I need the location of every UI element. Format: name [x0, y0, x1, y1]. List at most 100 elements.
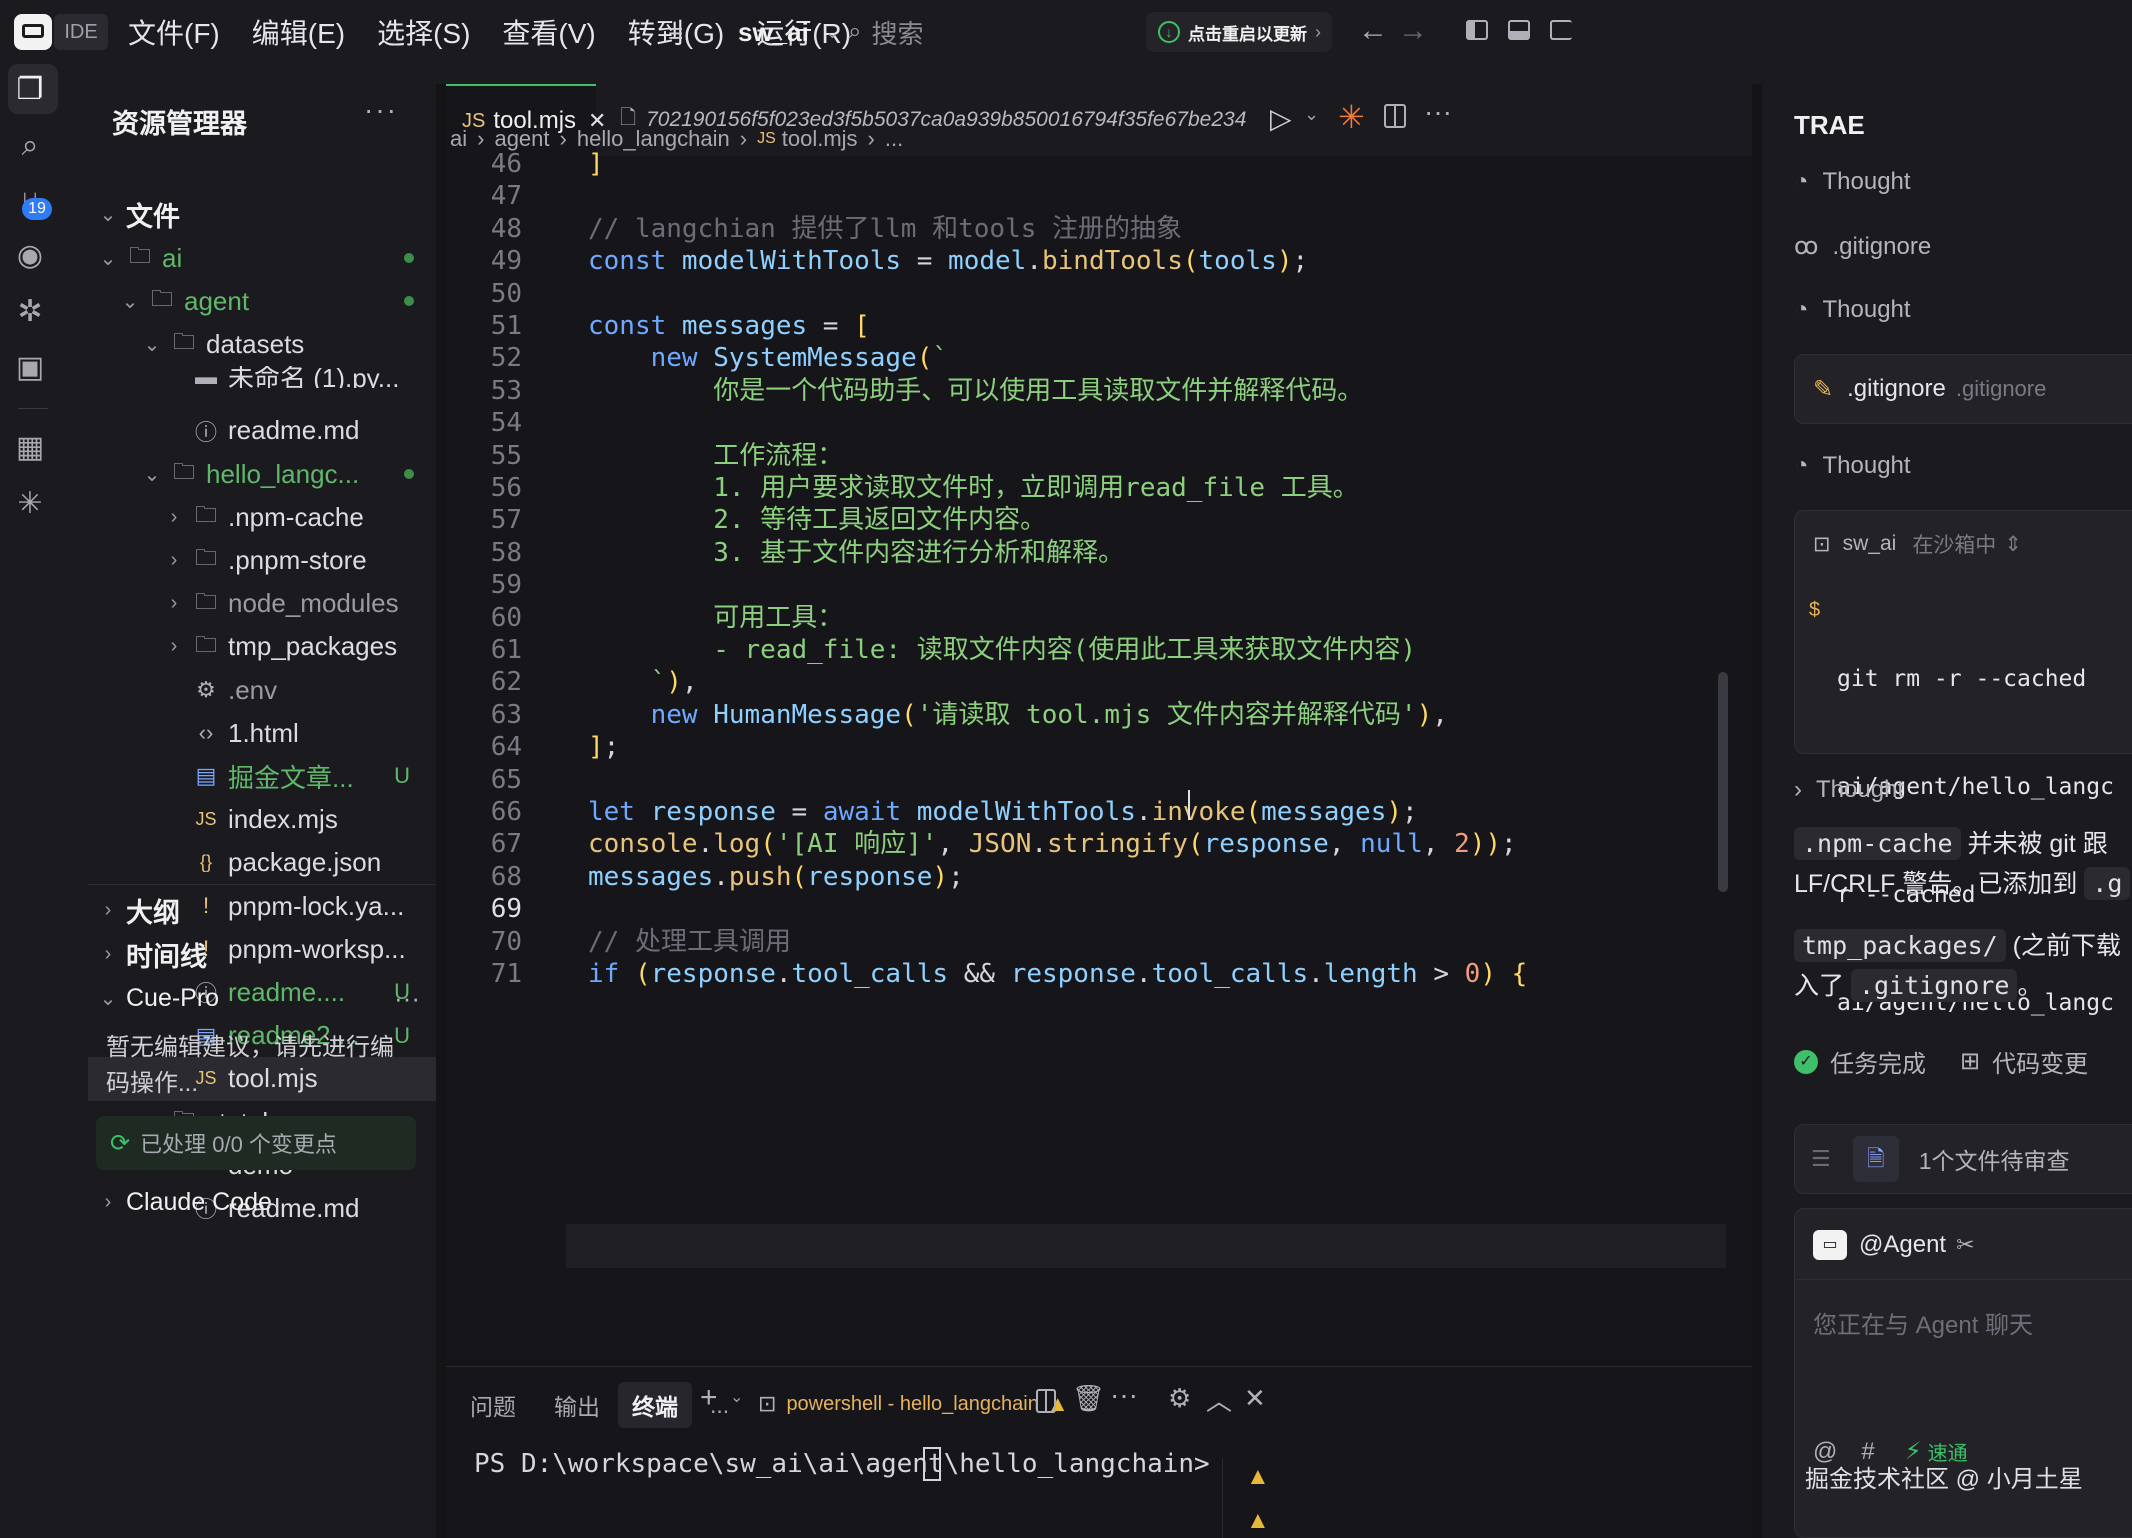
tree-folder[interactable]: ⌄ 🗀 ai — [88, 236, 436, 280]
tree-folder[interactable]: ⌄ 🗀 hello_langc... — [88, 452, 436, 496]
tree-file[interactable]: {} package.json — [88, 841, 436, 885]
files-section-header[interactable]: ⌄ 文件 — [88, 192, 436, 236]
tree-file[interactable]: ▤ 掘金文章... U — [88, 754, 436, 798]
app-logo-icon — [14, 14, 52, 50]
run-icon[interactable]: ▷ — [1270, 102, 1292, 135]
tab-output[interactable]: 输出 — [554, 1388, 600, 1422]
ai-spark-icon[interactable]: ✳ — [1338, 98, 1365, 136]
code-editor[interactable]: ai › agent › hello_langchain › JS tool.m… — [446, 126, 1752, 1360]
editor-scrollbar-thumb[interactable] — [1718, 672, 1728, 892]
sandbox-status[interactable]: 在沙箱中 — [1912, 529, 1996, 559]
chevron-down-icon: ⌄ — [99, 247, 117, 270]
code-token: tool_calls — [791, 959, 949, 989]
extensions-icon[interactable]: ▦ — [10, 428, 50, 468]
view-file-item[interactable]: ꝏ .gitignore — [1794, 232, 1931, 261]
chevron-right-icon: › — [170, 505, 178, 528]
remote-explorer-icon[interactable]: ▣ — [10, 348, 50, 388]
back-arrow-icon[interactable]: ← — [1358, 14, 1388, 48]
tree-file[interactable]: JS index.mjs — [88, 798, 436, 842]
menu-edit[interactable]: 编辑(E) — [252, 12, 345, 52]
folder-icon: 🗀 — [194, 588, 217, 614]
menu-view[interactable]: 查看(V) — [502, 12, 595, 52]
tree-file[interactable]: ⚙ .env — [88, 668, 436, 712]
toggle-sidebar-icon[interactable] — [1466, 20, 1488, 40]
timeline-section-header[interactable]: › 时间线 — [88, 932, 436, 976]
terminal-prompt[interactable]: PS D:\workspace\sw_ai\ai\agent\hello_lan… — [474, 1449, 1210, 1479]
tree-file[interactable]: ⓘ readme.md — [88, 409, 436, 453]
thought-item[interactable]: ◔ Thought — [1794, 452, 1911, 480]
more-menu-icon[interactable]: ≡ — [668, 18, 690, 48]
activity-bar: ❐ ⌕ ⑂ 19 ◉ ✲ ▣ ▦ ✳ — [0, 64, 88, 1538]
terminal-command-card: ⊡ sw_ai 在沙箱中 ⇕ $ git rm -r --cached ai/a… — [1794, 510, 2132, 1016]
explorer-more-icon[interactable]: ··· — [364, 94, 398, 126]
terminal-settings-icon[interactable]: ⚙ — [1168, 1383, 1191, 1414]
untracked-badge: U — [394, 763, 410, 789]
tree-folder[interactable]: › 🗀 node_modules — [88, 582, 436, 626]
cue-pro-section-header[interactable]: ⌄ Cue-Pro ··· — [88, 976, 436, 1020]
new-terminal-icon[interactable]: + — [700, 1381, 718, 1415]
tree-folder[interactable]: ⌄ 🗀 datasets — [88, 322, 436, 366]
split-terminal-icon[interactable] — [1036, 1389, 1056, 1413]
thought-item-collapsed[interactable]: › Thought — [1794, 776, 1904, 804]
maximize-panel-icon[interactable]: ︿ — [1206, 1381, 1232, 1418]
code-token: . — [1308, 959, 1324, 989]
agent-selector[interactable]: ▭ @Agent ✂ — [1813, 1221, 1975, 1269]
tree-file[interactable]: ▬ 未命名 (1).py... — [88, 366, 436, 388]
shell-label: powershell - hello_langchain — [786, 1392, 1039, 1415]
menu-select[interactable]: 选择(S) — [377, 12, 470, 52]
debug-icon[interactable]: ✲ — [10, 292, 50, 332]
tree-folder[interactable]: › 🗀 .npm-cache — [88, 495, 436, 539]
tab-terminal[interactable]: 终端 — [618, 1382, 692, 1428]
search-view-icon[interactable]: ⌕ — [10, 126, 50, 166]
terminal-more-icon[interactable]: ··· — [1110, 1379, 1138, 1411]
forward-arrow-icon[interactable]: → — [1398, 14, 1428, 48]
cue-pro-more-icon[interactable]: ··· — [394, 983, 420, 1014]
workspace-switcher[interactable]: sw_ai ⌄ — [738, 16, 840, 48]
terminal-shell-selector[interactable]: ⊡ powershell - hello_langchain ▲ — [758, 1387, 1069, 1421]
toggle-panel-icon[interactable] — [1508, 20, 1530, 40]
gear-icon: ⚙ — [196, 677, 216, 702]
review-bar: ☰ 🗎 1个文件待审查 — [1794, 1124, 2132, 1194]
tab-problems[interactable]: 问题 — [470, 1388, 516, 1422]
code-line: 71 if (response.tool_calls && response.to… — [446, 952, 1736, 996]
trash-icon[interactable]: 🗑 — [1072, 1383, 1105, 1414]
chat-input-box[interactable]: ▭ @Agent ✂ 您正在与 Agent 聊天 @ # ⚡ 速通 掘金技术社区… — [1794, 1208, 2132, 1538]
thought-item[interactable]: ◔ Thought — [1794, 168, 1911, 196]
code-changes-button[interactable]: 代码变更 — [1992, 1044, 2088, 1079]
editor-more-icon[interactable]: ··· — [1424, 96, 1452, 128]
explorer-icon[interactable]: ❐ — [10, 70, 50, 110]
tree-item-label: agent — [184, 285, 250, 316]
up-down-icon[interactable]: ⇕ — [2004, 532, 2022, 557]
files-section-title: 文件 — [126, 201, 180, 232]
chevron-down-icon[interactable]: ⌄ — [1304, 104, 1319, 125]
trae-ai-icon[interactable]: ✳ — [10, 484, 50, 524]
tree-folder[interactable]: ⌄ 🗀 agent — [88, 279, 436, 323]
thought-item[interactable]: ◔ Thought — [1794, 296, 1911, 324]
chevron-down-icon: ⌄ — [121, 290, 139, 313]
list-icon[interactable]: ☰ — [1811, 1146, 1831, 1172]
claude-code-section-header[interactable]: › Claude Code — [88, 1180, 436, 1224]
preview-eye-icon[interactable]: ◉ — [10, 236, 50, 276]
toggle-aux-panel-icon[interactable] — [1550, 20, 1572, 40]
tools-icon[interactable]: ✂ — [1956, 1232, 1974, 1258]
edit-file-path: .gitignore — [1955, 376, 2047, 401]
tree-file[interactable]: ‹› 1.html — [88, 711, 436, 755]
tree-folder[interactable]: › 🗀 tmp_packages — [88, 625, 436, 669]
pending-review-label[interactable]: 1个文件待审查 — [1919, 1142, 2070, 1176]
code-token: response — [650, 959, 776, 989]
split-editor-icon[interactable] — [1384, 104, 1406, 128]
chevron-down-icon[interactable]: ⌄ — [730, 1387, 743, 1407]
search-box[interactable]: ⌕ 搜索 — [848, 16, 923, 49]
tree-folder[interactable]: › 🗀 .pnpm-store — [88, 538, 436, 582]
chat-placeholder[interactable]: 您正在与 Agent 聊天 — [1813, 1305, 2033, 1340]
outline-section-header[interactable]: › 大纲 — [88, 888, 436, 932]
change-dot — [404, 296, 414, 307]
file-review-icon[interactable]: 🗎 — [1852, 1136, 1899, 1182]
close-panel-icon[interactable]: ✕ — [1244, 1383, 1266, 1414]
cue-pro-title: Cue-Pro — [126, 983, 220, 1012]
tree-item-label: datasets — [206, 328, 305, 359]
edit-file-card[interactable]: ✎ .gitignore .gitignore — [1794, 354, 2132, 424]
chevron-down-icon: ⌄ — [99, 987, 117, 1010]
update-button[interactable]: ↓ 点击重启以更新 › — [1146, 12, 1332, 52]
menu-file[interactable]: 文件(F) — [128, 12, 220, 52]
